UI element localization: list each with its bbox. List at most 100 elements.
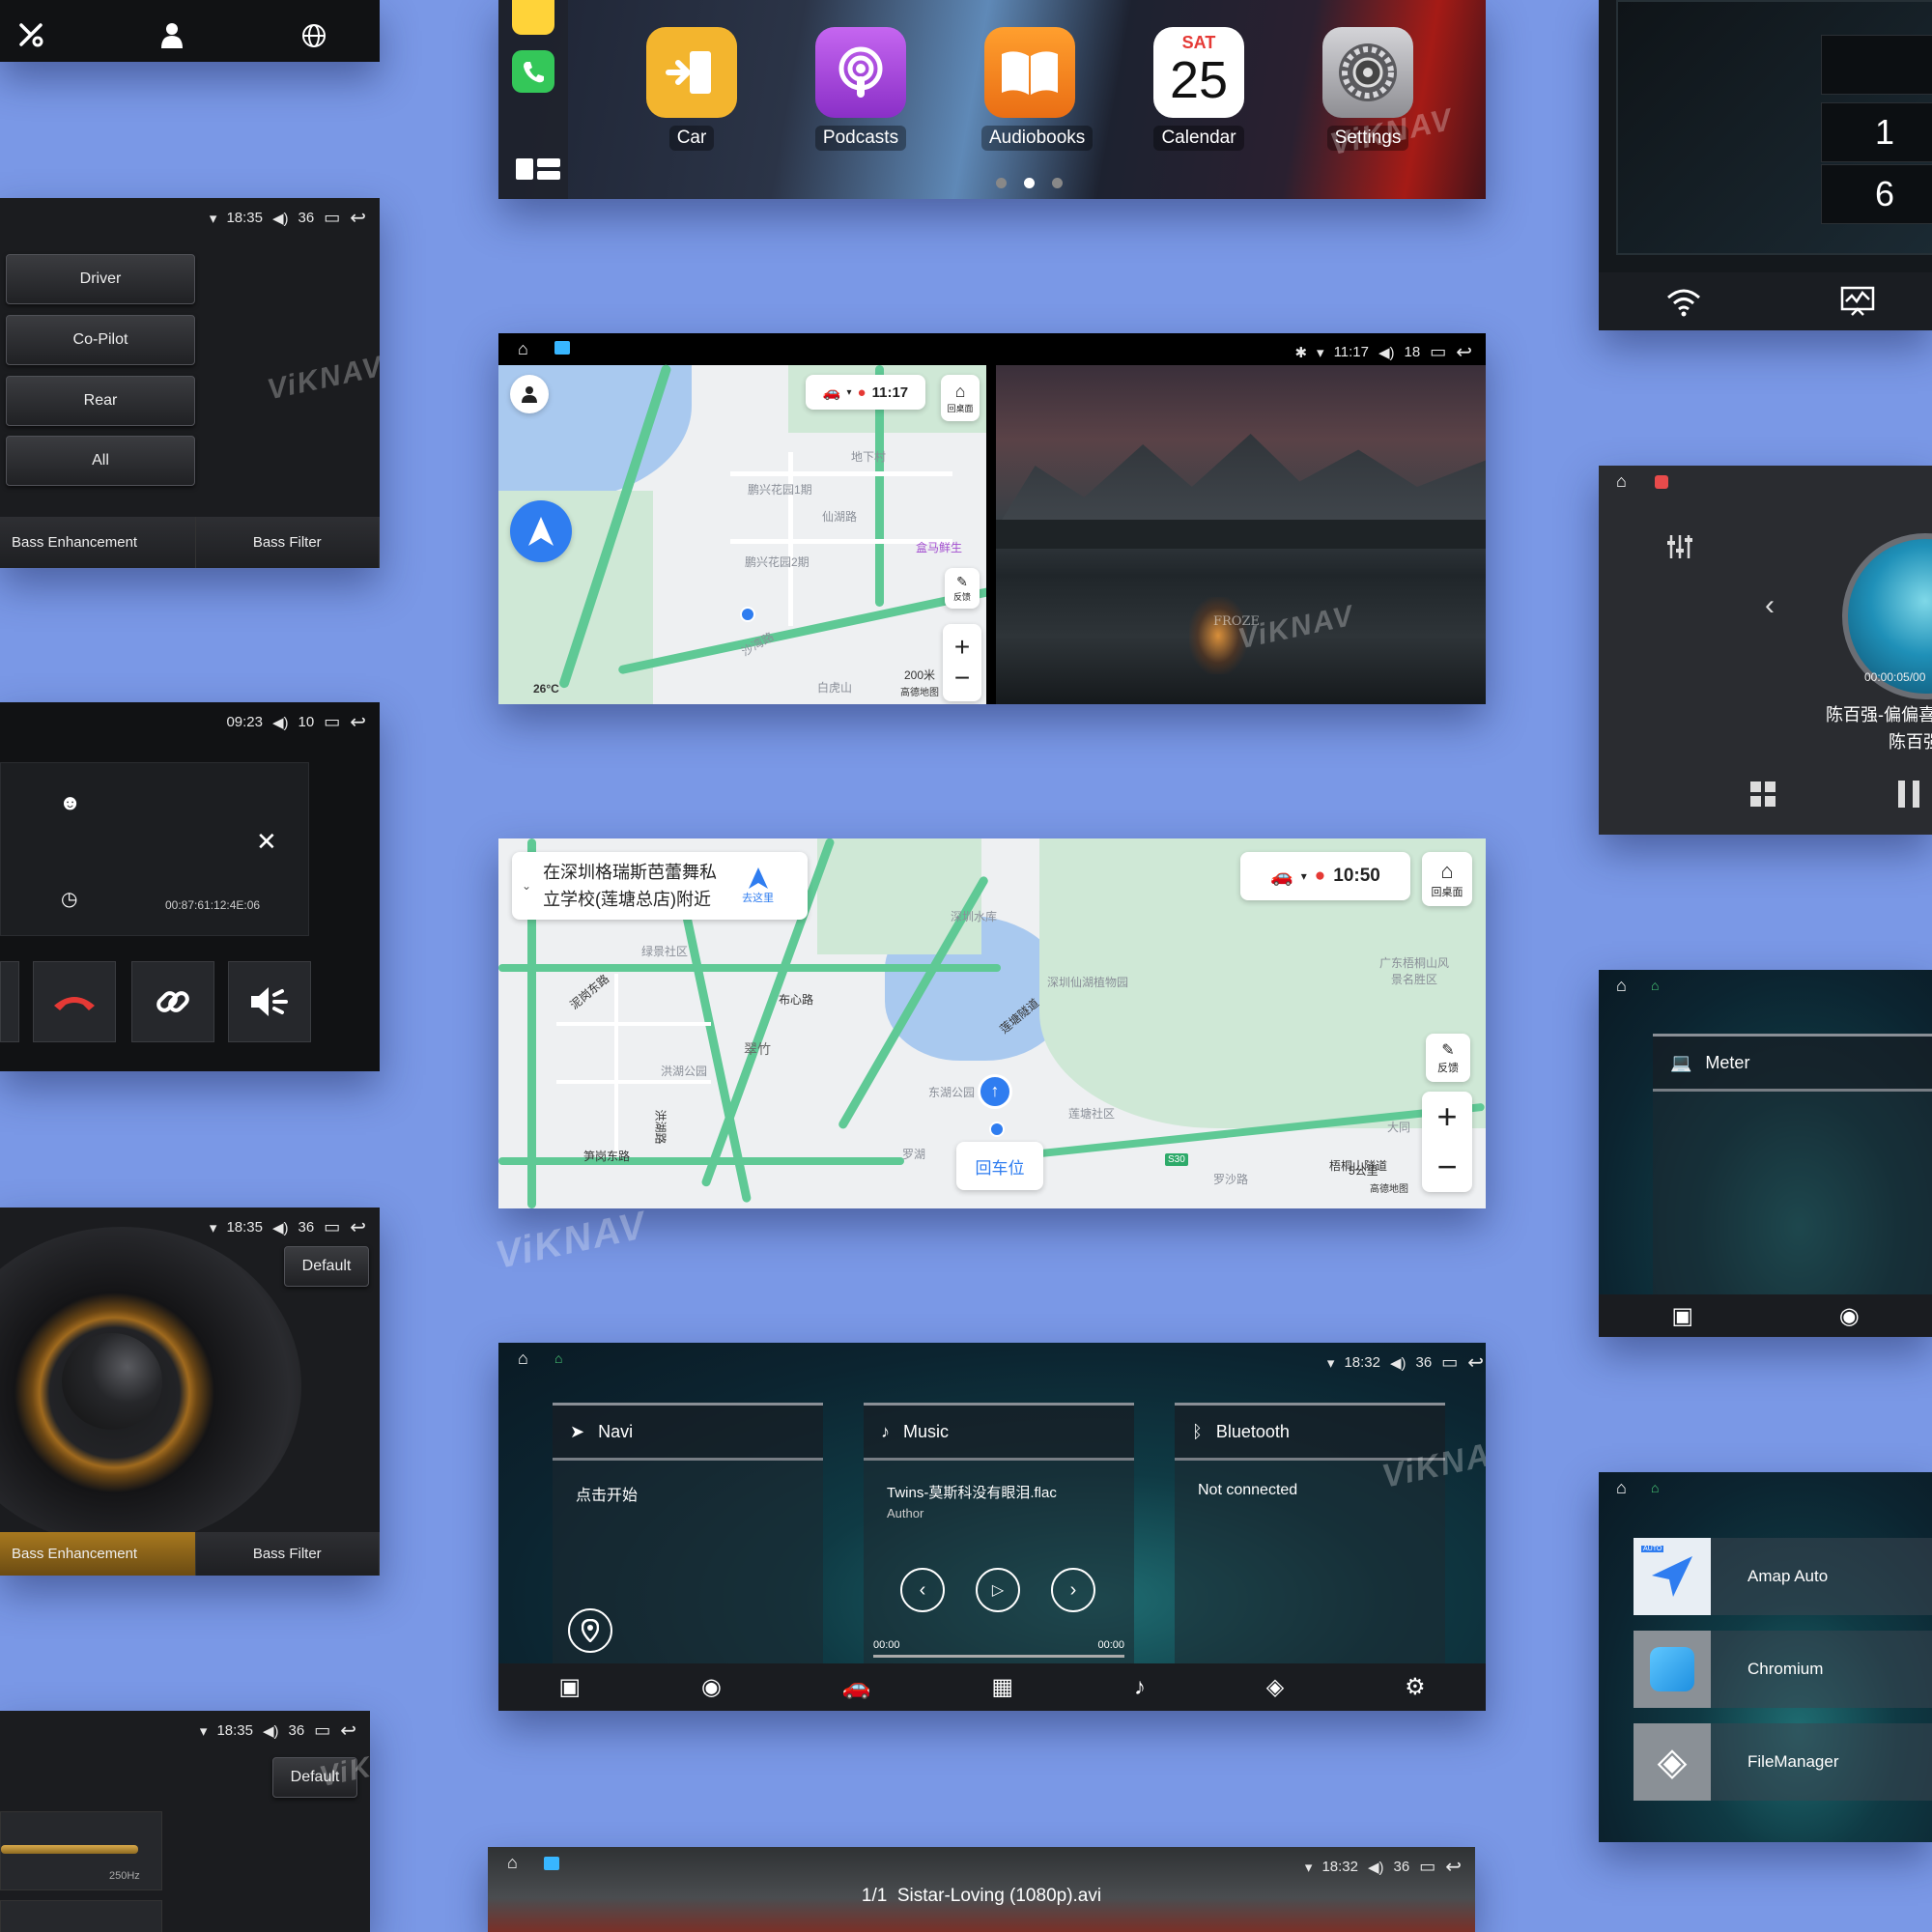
compass-icon[interactable]: ◉ bbox=[1839, 1302, 1860, 1330]
compass-arrow-button[interactable] bbox=[510, 500, 572, 562]
music-app-icon[interactable] bbox=[1655, 475, 1668, 489]
meter-card[interactable]: 💻 Meter bbox=[1653, 1034, 1932, 1297]
video-icon[interactable]: ▣ bbox=[1671, 1302, 1693, 1330]
home-desktop-button[interactable]: ⌂ 回桌面 bbox=[941, 375, 980, 421]
location-card[interactable]: ⌄ 在深圳格瑞斯芭蕾舞私立学校(莲塘总店)附近 去这里 bbox=[512, 852, 808, 920]
user-avatar-button[interactable] bbox=[510, 375, 549, 413]
zoom-out-button[interactable]: − bbox=[1436, 1147, 1457, 1187]
bluetooth-card[interactable]: ᛒ Bluetooth Not connected bbox=[1175, 1403, 1445, 1666]
recent-apps-icon[interactable]: ▭ bbox=[324, 1217, 340, 1237]
carplay-app-car[interactable]: Car bbox=[643, 27, 740, 151]
recenter-button[interactable]: 回车位 bbox=[956, 1142, 1043, 1190]
video-app-icon[interactable] bbox=[544, 1857, 559, 1870]
carplay-app-podcasts[interactable]: Podcasts bbox=[812, 27, 909, 151]
close-icon[interactable]: ✕ bbox=[256, 827, 277, 857]
tab-bass-enhancement[interactable]: Bass Enhancement bbox=[0, 517, 196, 568]
key-button-1[interactable]: 1 bbox=[1821, 102, 1932, 162]
zoom-in-button[interactable]: + bbox=[1436, 1096, 1457, 1137]
grid-menu-icon[interactable] bbox=[1749, 781, 1776, 808]
page-dot[interactable] bbox=[1052, 178, 1063, 188]
recent-apps-icon[interactable]: ▭ bbox=[1419, 1857, 1435, 1877]
equalizer-icon[interactable] bbox=[1666, 533, 1693, 560]
settings-gear-icon[interactable]: ⚙ bbox=[1405, 1673, 1426, 1701]
launcher-icon[interactable]: ⌂ bbox=[1651, 978, 1659, 993]
chevron-down-icon[interactable]: ⌄ bbox=[522, 879, 531, 893]
pause-button[interactable] bbox=[1898, 781, 1919, 808]
key-button[interactable] bbox=[1821, 35, 1932, 95]
app-row-chromium[interactable]: Chromium bbox=[1634, 1631, 1932, 1708]
home-icon[interactable]: ⌂ bbox=[1616, 1478, 1627, 1498]
chevron-left-icon[interactable]: ‹ bbox=[1765, 589, 1775, 622]
back-icon[interactable]: ↩ bbox=[350, 206, 366, 230]
home-icon[interactable]: ⌂ bbox=[518, 339, 528, 359]
speaker-button[interactable] bbox=[228, 961, 311, 1042]
video-icon[interactable]: ▣ bbox=[558, 1673, 581, 1701]
split-map-view[interactable]: 鹏兴花园1期 鹏兴花园2期 仙湖路 盒马鲜生 地下村 白虎山 沙湾路 🚗 ▾ ●… bbox=[498, 363, 998, 704]
home-icon[interactable]: ⌂ bbox=[507, 1853, 518, 1873]
location-pin-icon[interactable] bbox=[568, 1608, 612, 1653]
phone-app-icon[interactable] bbox=[512, 50, 554, 93]
back-icon[interactable]: ↩ bbox=[1445, 1855, 1462, 1879]
zone-driver-button[interactable]: Driver bbox=[6, 254, 195, 304]
maps-app-icon[interactable] bbox=[512, 0, 554, 35]
monitor-chart-icon[interactable] bbox=[1840, 286, 1875, 317]
play-button[interactable]: ▷ bbox=[976, 1568, 1020, 1612]
next-button[interactable]: › bbox=[1051, 1568, 1095, 1612]
call-key[interactable] bbox=[0, 961, 19, 1042]
home-desktop-button[interactable]: ⌂ 回桌面 bbox=[1422, 852, 1472, 906]
apps-grid-icon[interactable]: ▦ bbox=[991, 1673, 1013, 1701]
home-icon[interactable]: ⌂ bbox=[1616, 976, 1627, 996]
zone-rear-button[interactable]: Rear bbox=[6, 376, 195, 426]
recent-apps-icon[interactable]: ▭ bbox=[1441, 1352, 1458, 1373]
zone-copilot-button[interactable]: Co-Pilot bbox=[6, 315, 195, 365]
back-icon[interactable]: ↩ bbox=[340, 1719, 356, 1743]
carplay-app-calendar[interactable]: SAT 25 Calendar bbox=[1151, 27, 1247, 151]
recent-apps-icon[interactable]: ▭ bbox=[324, 208, 340, 228]
launcher-icon[interactable]: ⌂ bbox=[554, 1350, 562, 1366]
feedback-button[interactable]: ✎ 反馈 bbox=[1426, 1034, 1470, 1082]
zoom-in-button[interactable]: + bbox=[954, 632, 970, 663]
link-button[interactable] bbox=[131, 961, 214, 1042]
previous-button[interactable]: ‹ bbox=[900, 1568, 945, 1612]
video-app-icon[interactable] bbox=[554, 341, 570, 355]
zone-all-button[interactable]: All bbox=[6, 436, 195, 486]
app-row-amap[interactable]: AUTO Amap Auto bbox=[1634, 1538, 1932, 1615]
tab-bass-filter[interactable]: Bass Filter bbox=[196, 517, 380, 568]
globe-icon[interactable] bbox=[301, 23, 327, 48]
tab-bass-enhancement[interactable]: Bass Enhancement bbox=[0, 1532, 196, 1576]
app-row-filemanager[interactable]: ◈ FileManager bbox=[1634, 1723, 1932, 1801]
music-note-icon[interactable]: ♪ bbox=[1134, 1674, 1146, 1701]
back-icon[interactable]: ↩ bbox=[350, 1215, 366, 1239]
back-icon[interactable]: ↩ bbox=[1456, 340, 1472, 364]
recent-apps-icon[interactable]: ▭ bbox=[1430, 342, 1446, 362]
tools-icon[interactable] bbox=[17, 21, 44, 48]
layers-icon[interactable]: ◈ bbox=[1266, 1673, 1284, 1701]
feedback-button[interactable]: ✎ 反馈 bbox=[945, 568, 980, 609]
car-icon[interactable]: 🚗 bbox=[842, 1673, 871, 1701]
recent-apps-icon[interactable]: ▭ bbox=[314, 1720, 330, 1741]
hangup-button[interactable] bbox=[33, 961, 116, 1042]
launcher-icon[interactable]: ⌂ bbox=[1651, 1480, 1659, 1495]
page-dot-active[interactable] bbox=[1024, 178, 1035, 188]
navi-card[interactable]: ➤ Navi 点击开始 bbox=[553, 1403, 823, 1666]
dashboard-toggle-icon[interactable] bbox=[516, 156, 560, 182]
recent-apps-icon[interactable]: ▭ bbox=[324, 712, 340, 732]
back-icon[interactable]: ↩ bbox=[350, 710, 366, 734]
preset-default-button[interactable]: Default bbox=[284, 1246, 369, 1287]
back-icon[interactable]: ↩ bbox=[1467, 1350, 1484, 1375]
zoom-out-button[interactable]: − bbox=[954, 663, 970, 694]
navigation-map-screen[interactable]: 深圳水库 深圳仙湖植物园 广东梧桐山风景名胜区 莲塘隧道 东湖公园 洪湖公园 翠… bbox=[498, 838, 1486, 1208]
page-dot[interactable] bbox=[996, 178, 1007, 188]
carplay-app-audiobooks[interactable]: Audiobooks bbox=[981, 27, 1094, 151]
compass-icon[interactable]: ◉ bbox=[701, 1673, 722, 1701]
user-icon[interactable] bbox=[159, 21, 185, 48]
split-divider-handle[interactable] bbox=[986, 365, 996, 704]
home-icon[interactable]: ⌂ bbox=[518, 1349, 528, 1369]
split-video-view[interactable]: FROZE ViKNAV bbox=[996, 365, 1486, 704]
key-button-6[interactable]: 6 bbox=[1821, 164, 1932, 224]
tab-bass-filter[interactable]: Bass Filter bbox=[195, 1532, 380, 1576]
go-here-button[interactable]: 去这里 bbox=[742, 867, 774, 905]
band-slider[interactable] bbox=[1, 1845, 138, 1854]
music-progress-bar[interactable] bbox=[873, 1655, 1124, 1658]
music-card[interactable]: ♪ Music Twins-莫斯科没有眼泪.flac Author ‹ ▷ › … bbox=[864, 1403, 1134, 1666]
